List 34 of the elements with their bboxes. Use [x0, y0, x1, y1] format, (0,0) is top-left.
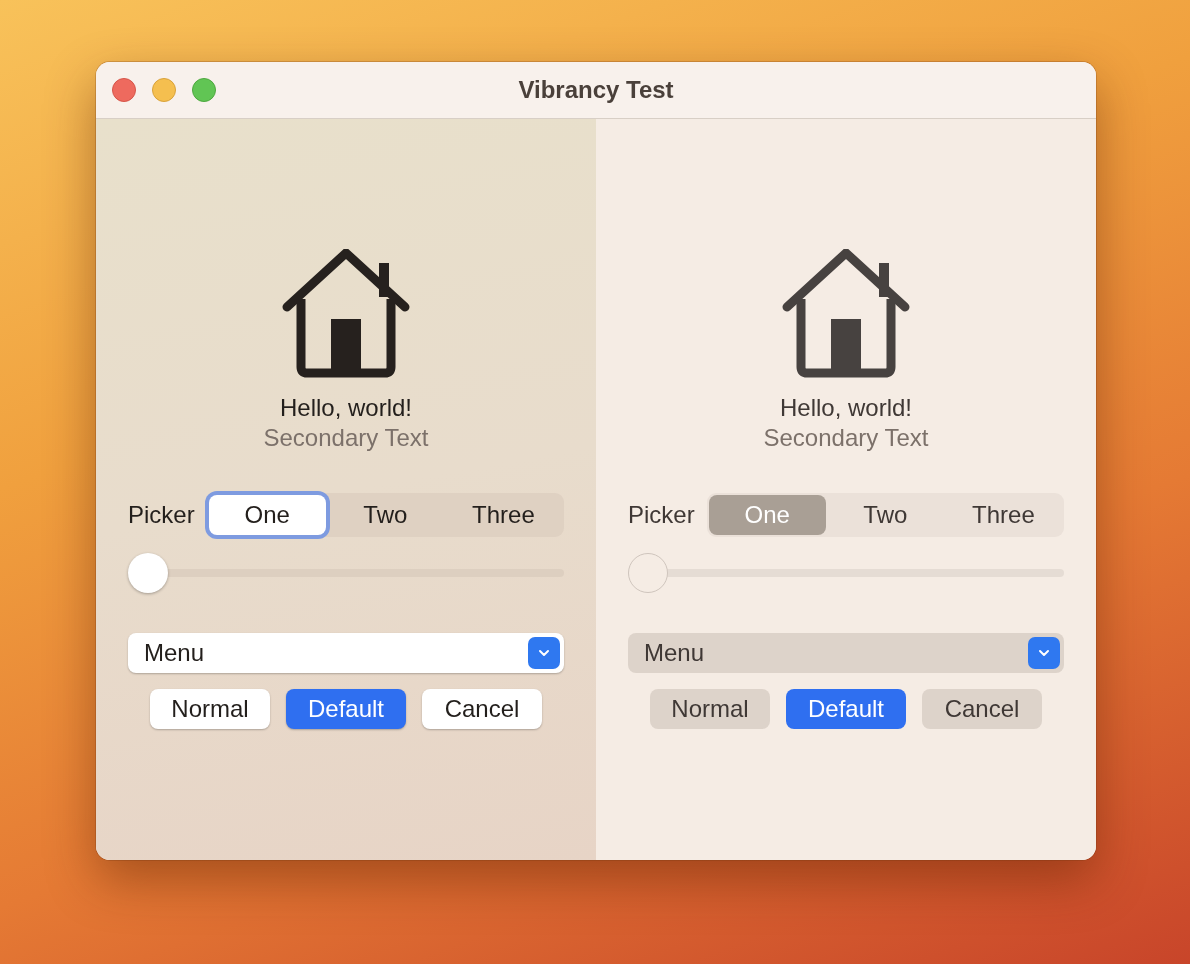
picker-label: Picker	[128, 501, 195, 529]
hello-text: Hello, world!	[279, 393, 412, 423]
default-button[interactable]: Default	[286, 689, 406, 729]
chevron-icon	[1028, 637, 1060, 669]
popup-menu[interactable]: Menu	[128, 633, 564, 673]
picker-label: Picker	[628, 501, 695, 529]
chevron-icon	[528, 637, 560, 669]
popup-menu[interactable]: Menu	[628, 633, 1064, 673]
push-button[interactable]: Cancel	[922, 689, 1042, 729]
push-button[interactable]: Cancel	[422, 689, 542, 729]
slider-thumb[interactable]	[628, 553, 668, 593]
zoom-button[interactable]	[192, 78, 216, 102]
segmented-control[interactable]: One Two Three	[706, 493, 1064, 537]
default-button[interactable]: Default	[786, 689, 906, 729]
house-icon	[281, 249, 411, 379]
segment-tab[interactable]: Two	[825, 495, 944, 535]
slider[interactable]	[628, 553, 1064, 593]
minimize-button[interactable]	[152, 78, 176, 102]
menu-label: Menu	[144, 639, 205, 667]
segmented-control[interactable]: One Two Three	[206, 493, 564, 537]
segment-tab[interactable]: Three	[943, 495, 1062, 535]
hello-text: Hello, world!	[779, 393, 912, 423]
segment-tab[interactable]: Three	[443, 495, 562, 535]
house-icon	[781, 249, 911, 379]
secondary-text: Secondary Text	[263, 423, 429, 453]
push-button[interactable]: Normal	[150, 689, 270, 729]
window-title: Vibrancy Test	[518, 76, 674, 104]
slider[interactable]	[128, 553, 564, 593]
push-button[interactable]: Normal	[650, 689, 770, 729]
slider-thumb[interactable]	[128, 553, 168, 593]
segment-tab[interactable]: Two	[325, 495, 444, 535]
secondary-text: Secondary Text	[763, 423, 929, 453]
close-button[interactable]	[112, 78, 136, 102]
menu-label: Menu	[644, 639, 705, 667]
